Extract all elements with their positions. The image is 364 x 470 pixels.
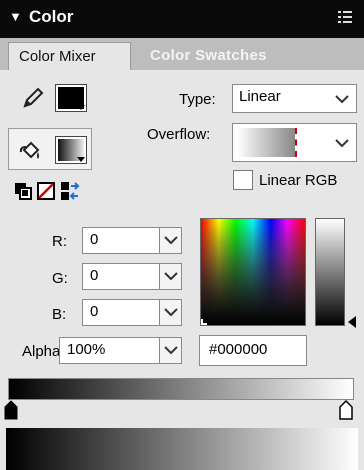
blue-label: B:	[52, 306, 67, 323]
brightness-slider[interactable]	[315, 218, 345, 326]
red-value: 0	[90, 231, 99, 248]
type-label: Type:	[179, 91, 216, 108]
chevron-down-icon	[77, 105, 85, 110]
panel-title: Color	[29, 7, 74, 26]
overflow-select[interactable]	[232, 123, 357, 162]
chevron-down-icon	[164, 236, 178, 245]
panel-menu-icon[interactable]	[336, 8, 354, 26]
chevron-down-icon	[164, 272, 178, 281]
blue-input[interactable]: 0	[82, 299, 182, 326]
gradient-definition-bar[interactable]	[8, 378, 354, 400]
brightness-pointer-icon[interactable]	[347, 315, 357, 329]
green-dropdown-button[interactable]	[159, 264, 181, 289]
chevron-down-icon	[77, 157, 85, 162]
overflow-preview	[237, 128, 297, 157]
collapse-arrow-icon[interactable]: ▼	[9, 9, 22, 24]
gradient-pointer-white[interactable]	[339, 400, 353, 420]
linear-rgb-checkbox[interactable]	[233, 170, 253, 190]
alpha-dropdown-button[interactable]	[159, 338, 181, 363]
tab-color-swatches[interactable]: Color Swatches	[140, 42, 277, 70]
chevron-down-icon	[164, 308, 178, 317]
tab-color-mixer[interactable]: Color Mixer	[8, 42, 131, 70]
alpha-value: 100%	[67, 341, 106, 358]
gradient-preview	[6, 428, 358, 470]
hex-value: #000000	[209, 341, 268, 358]
panel-titlebar[interactable]: ▼ Color	[0, 0, 364, 38]
no-color-icon[interactable]	[37, 182, 55, 200]
type-select[interactable]: Linear	[232, 84, 357, 113]
stroke-color-swatch[interactable]	[55, 84, 87, 112]
paint-bucket-icon[interactable]	[18, 138, 44, 164]
tab-strip: Color Mixer Color Swatches	[0, 38, 364, 70]
red-input[interactable]: 0	[82, 227, 182, 254]
linear-rgb-label: Linear RGB	[259, 172, 338, 189]
green-label: G:	[52, 270, 68, 287]
chevron-down-icon	[164, 346, 178, 355]
type-value: Linear	[239, 88, 281, 105]
red-dropdown-button[interactable]	[159, 228, 181, 253]
gradient-pointer-black[interactable]	[4, 400, 18, 420]
red-label: R:	[52, 233, 67, 250]
hex-input[interactable]: #000000	[199, 335, 307, 366]
blue-value: 0	[90, 303, 99, 320]
chevron-down-icon	[335, 139, 349, 148]
pencil-icon[interactable]	[20, 85, 46, 111]
color-spectrum[interactable]	[200, 218, 306, 326]
green-input[interactable]: 0	[82, 263, 182, 290]
alpha-input[interactable]: 100%	[59, 337, 182, 364]
green-value: 0	[90, 267, 99, 284]
blue-dropdown-button[interactable]	[159, 300, 181, 325]
fill-color-swatch[interactable]	[55, 136, 87, 164]
swap-colors-icon[interactable]	[60, 181, 80, 201]
overflow-label: Overflow:	[147, 126, 211, 143]
chevron-down-icon	[335, 95, 349, 104]
black-white-icon[interactable]	[14, 182, 32, 200]
spectrum-crosshair	[201, 319, 207, 325]
